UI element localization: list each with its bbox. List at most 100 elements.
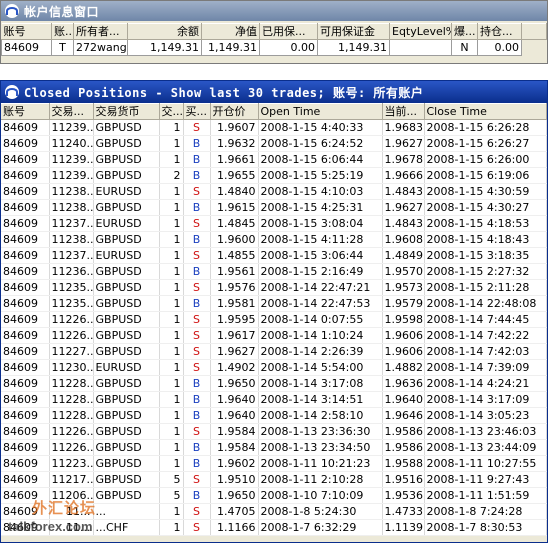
- closed-position-cell: 84609: [1, 151, 50, 168]
- closed-position-row[interactable]: 84609 11223... GBPUSD 1 B 1.9602 2008-1-11 10:…: [1, 455, 547, 472]
- closed-position-cell: S: [183, 519, 211, 536]
- column-header[interactable]: 持仓...: [477, 23, 522, 40]
- closed-position-row[interactable]: 84609 11239... GBPUSD 2 B 1.9655 2008-1-15 5:2…: [1, 167, 547, 184]
- closed-position-row[interactable]: 84609 11226... GBPUSD 1 S 1.9584 2008-1-13 23:…: [1, 423, 547, 440]
- closed-position-row[interactable]: 84609 11...... 1 S 1.4705 2008-1-8 5:24:30 1.4…: [1, 503, 547, 520]
- closed-position-cell: 84609: [1, 487, 50, 504]
- closed-position-cell: 1.9576: [210, 279, 259, 296]
- closed-position-row[interactable]: 84609 11238... GBPUSD 1 B 1.9615 2008-1-15 4:2…: [1, 199, 547, 216]
- closed-position-cell: 1.9636: [382, 375, 425, 392]
- column-header[interactable]: 开仓价: [210, 103, 259, 120]
- closed-window-titlebar[interactable]: Closed Positions - Show last 30 trades; …: [1, 81, 547, 103]
- closed-position-cell: 1.9632: [210, 135, 259, 152]
- closed-position-cell: 84609: [1, 295, 50, 312]
- closed-position-cell: 2008-1-11 10:21:23: [258, 455, 383, 472]
- closed-position-row[interactable]: 84609 11228... GBPUSD 1 B 1.9650 2008-1-14 3:1…: [1, 375, 547, 392]
- closed-position-cell: 2008-1-7 8:30:53: [424, 519, 547, 536]
- closed-position-row[interactable]: 84609 11237... EURUSD 1 S 1.4855 2008-1-15 3:0…: [1, 247, 547, 264]
- column-header[interactable]: 净值: [201, 23, 260, 40]
- column-header[interactable]: Open Time: [258, 103, 383, 120]
- closed-position-row[interactable]: 84609 11239... GBPUSD 1 S 1.9607 2008-1-15 4:4…: [1, 119, 547, 136]
- closed-position-cell: 1.9581: [210, 295, 259, 312]
- column-header[interactable]: 已用保...: [259, 23, 318, 40]
- closed-position-cell: 1: [159, 343, 184, 360]
- closed-position-cell: 11237...: [49, 215, 94, 232]
- column-header[interactable]: EqtyLevel%: [389, 23, 452, 40]
- closed-position-row[interactable]: 84609 11230... EURUSD 1 S 1.4902 2008-1-14 5:5…: [1, 359, 547, 376]
- closed-position-cell: 2008-1-15 4:10:03: [258, 183, 383, 200]
- column-header[interactable]: 交易...: [49, 103, 94, 120]
- closed-position-cell: 11239...: [49, 167, 94, 184]
- closed-position-cell: 2008-1-15 3:18:35: [424, 247, 547, 264]
- account-row[interactable]: 84609 T 272wang... 1,149.31 1,149.31 0.0…: [1, 39, 547, 56]
- closed-position-row[interactable]: 84609 11237... EURUSD 1 S 1.4845 2008-1-15 3:0…: [1, 215, 547, 232]
- closed-position-cell: 1: [159, 263, 184, 280]
- closed-position-cell: 11206...: [49, 487, 94, 504]
- column-header[interactable]: 账号: [1, 103, 50, 120]
- closed-position-cell: 2008-1-15 2:27:32: [424, 263, 547, 280]
- column-header[interactable]: 账号: [1, 23, 52, 40]
- column-header[interactable]: 买...: [183, 103, 211, 120]
- column-header[interactable]: 爆...: [451, 23, 478, 40]
- closed-position-cell: 11238...: [49, 183, 94, 200]
- closed-position-cell: 1.9570: [382, 263, 425, 280]
- closed-position-row[interactable]: 84609 11238... EURUSD 1 S 1.4840 2008-1-15 4:1…: [1, 183, 547, 200]
- closed-position-cell: 2008-1-11 10:27:55: [424, 455, 547, 472]
- closed-position-cell: GBPUSD: [93, 119, 160, 136]
- closed-position-row[interactable]: 84609 11206... GBPUSD 5 B 1.9650 2008-1-10 7:1…: [1, 487, 547, 504]
- column-header[interactable]: 交易货币: [93, 103, 160, 120]
- closed-position-cell: 84609: [1, 247, 50, 264]
- closed-position-cell: GBPUSD: [93, 407, 160, 424]
- account-cell: 1,149.31: [127, 39, 202, 56]
- closed-position-cell: 1.9615: [210, 199, 259, 216]
- closed-position-cell: 84609: [1, 343, 50, 360]
- closed-position-cell: 11236...: [49, 263, 94, 280]
- closed-position-cell: 2008-1-15 4:18:43: [424, 231, 547, 248]
- closed-position-cell: 11228...: [49, 375, 94, 392]
- column-header[interactable]: Close Time: [424, 103, 547, 120]
- closed-position-cell: B: [183, 231, 211, 248]
- closed-position-cell: GBPUSD: [93, 455, 160, 472]
- closed-position-row[interactable]: 84609 11235... GBPUSD 1 S 1.9576 2008-1-14 22:…: [1, 279, 547, 296]
- closed-position-cell: S: [183, 215, 211, 232]
- closed-position-row[interactable]: 84609 11235... GBPUSD 1 B 1.9581 2008-1-14 22:…: [1, 295, 547, 312]
- closed-position-row[interactable]: 84609 11239... GBPUSD 1 B 1.9661 2008-1-15 6:0…: [1, 151, 547, 168]
- closed-position-cell: GBPUSD: [93, 439, 160, 456]
- closed-position-cell: GBPUSD: [93, 151, 160, 168]
- closed-position-row[interactable]: 84609 11236... GBPUSD 1 B 1.9561 2008-1-15 2:1…: [1, 263, 547, 280]
- closed-position-cell: S: [183, 311, 211, 328]
- closed-position-cell: B: [183, 487, 211, 504]
- closed-position-cell: 2008-1-11 9:27:43: [424, 471, 547, 488]
- closed-position-row[interactable]: 84609 11228... GBPUSD 1 B 1.9640 2008-1-14 3:1…: [1, 391, 547, 408]
- closed-position-cell: 1.9586: [382, 439, 425, 456]
- closed-position-row[interactable]: 84609 11226... GBPUSD 1 B 1.9584 2008-1-13 23:…: [1, 439, 547, 456]
- closed-position-cell: 2008-1-15 6:26:27: [424, 135, 547, 152]
- closed-position-row[interactable]: 84609 11228... GBPUSD 1 B 1.9640 2008-1-14 2:5…: [1, 407, 547, 424]
- closed-position-cell: 84609: [1, 503, 50, 520]
- closed-position-cell: 2008-1-15 4:18:53: [424, 215, 547, 232]
- closed-position-cell: 1.9588: [382, 455, 425, 472]
- closed-position-cell: 1.9650: [210, 487, 259, 504]
- column-header[interactable]: 可用保证金: [317, 23, 390, 40]
- column-header[interactable]: 当前...: [382, 103, 425, 120]
- closed-position-row[interactable]: 84609 11217... GBPUSD 5 S 1.9510 2008-1-11 2:1…: [1, 471, 547, 488]
- closed-position-cell: 2008-1-14 7:39:09: [424, 359, 547, 376]
- column-header[interactable]: 所有者...: [73, 23, 128, 40]
- closed-position-cell: 2008-1-15 3:06:44: [258, 247, 383, 264]
- closed-position-cell: 1.4843: [382, 183, 425, 200]
- column-header[interactable]: 余额: [127, 23, 202, 40]
- closed-position-row[interactable]: 84609 11240... GBPUSD 1 B 1.9632 2008-1-15 6:2…: [1, 135, 547, 152]
- closed-position-row[interactable]: 84609 11226... GBPUSD 1 S 1.9617 2008-1-14 1:1…: [1, 327, 547, 344]
- closed-position-row[interactable]: 84609 11... ...CHF 1 S 1.1166 2008-1-7 6:32:29…: [1, 519, 547, 536]
- closed-position-row[interactable]: 84609 11227... GBPUSD 1 S 1.9627 2008-1-14 2:2…: [1, 343, 547, 360]
- column-header[interactable]: 交...: [159, 103, 184, 120]
- closed-position-cell: 2008-1-14 22:48:08: [424, 295, 547, 312]
- closed-position-cell: 1.9661: [210, 151, 259, 168]
- closed-position-row[interactable]: 84609 11238... GBPUSD 1 B 1.9600 2008-1-15 4:1…: [1, 231, 547, 248]
- account-window-titlebar[interactable]: 帐户信息窗口: [1, 1, 547, 21]
- closed-position-cell: 1: [159, 231, 184, 248]
- column-header[interactable]: 账...: [51, 23, 74, 40]
- closed-position-cell: 1.9598: [382, 311, 425, 328]
- closed-position-row[interactable]: 84609 11226... GBPUSD 1 S 1.9595 2008-1-14 0:0…: [1, 311, 547, 328]
- closed-position-cell: 11240...: [49, 135, 94, 152]
